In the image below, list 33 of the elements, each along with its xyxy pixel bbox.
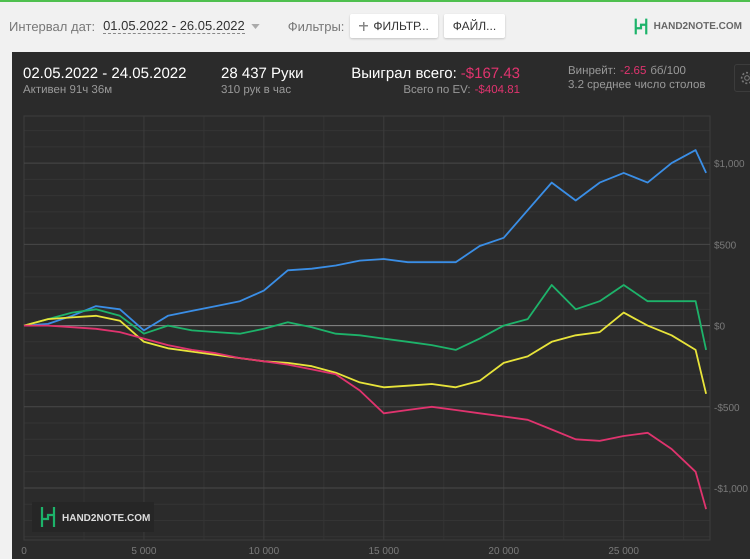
logo-icon <box>634 18 648 34</box>
date-range-dropdown[interactable]: 01.05.2022 - 26.05.2022 <box>103 18 245 34</box>
x-axis-label: 0 <box>21 546 27 557</box>
y-axis-label: -$1,000 <box>714 484 748 496</box>
x-axis-label: 10 000 <box>248 546 280 557</box>
x-axis-label: 20 000 <box>488 546 520 557</box>
hands-per-hour-text: 310 рук в час <box>221 84 292 96</box>
winrate-value: -2.65 <box>620 65 646 77</box>
caret-icon[interactable] <box>250 24 260 28</box>
winrate-unit: бб/100 <box>650 65 686 77</box>
ev-label: Всего по EV: <box>403 84 471 96</box>
y-axis-label: -$500 <box>714 402 740 414</box>
logo-icon <box>40 506 56 528</box>
x-axis-label: 25 000 <box>608 546 639 557</box>
logo-text: HAND2NOTE.COM <box>654 20 742 32</box>
won-label: Выиграл всего: <box>351 65 457 82</box>
x-axis-label: 15 000 <box>368 546 400 557</box>
active-time-text: Активен 91ч 36м <box>23 84 114 96</box>
watermark-text: HAND2NOTE.COM <box>62 513 150 524</box>
won-value: -$167.43 <box>460 65 520 82</box>
y-axis-label: $1,000 <box>714 159 745 170</box>
filters-label: Фильтры: <box>288 18 344 34</box>
date-label: Интервал дат: <box>9 18 96 34</box>
add-filter-button[interactable]: ФИЛЬТР... <box>350 14 438 38</box>
y-axis-label: $0 <box>714 322 726 333</box>
hands-count: 28 437 Руки <box>221 65 304 82</box>
winrate-label: Винрейт: <box>568 65 616 77</box>
ev-value: -$404.81 <box>474 84 520 96</box>
y-axis-label: $500 <box>714 240 736 252</box>
tables-text: 3.2 среднее число столов <box>568 79 706 91</box>
file-button[interactable]: ФАЙЛ... <box>444 14 506 38</box>
period-text: 02.05.2022 - 24.05.2022 <box>23 65 188 82</box>
x-axis-label: 5 000 <box>131 546 156 557</box>
